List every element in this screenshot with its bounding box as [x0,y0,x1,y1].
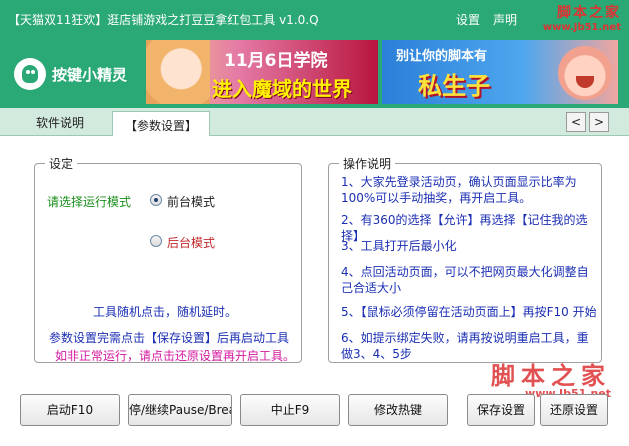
tab-parameter-settings-label: 【参数设置】 [125,119,198,133]
app-name: 按键小精灵 [52,66,128,84]
app-logo-icon [14,58,46,90]
tab-software-info[interactable]: 软件说明 [36,114,84,131]
background-mode-label[interactable]: 后台模式 [167,234,215,251]
header-area: 【天猫双11狂欢】逛店铺游戏之打豆豆拿红包工具 v1.0.Q 设置 声明 脚本之… [0,0,629,108]
foreground-mode-radio[interactable] [150,194,162,206]
banner-baby-image [558,46,612,100]
banner-ad-right[interactable]: 别让你的脚本有 私生子 [382,40,618,104]
settings-link[interactable]: 设置 [456,11,480,28]
banner-character-image [146,40,210,104]
title-bar: 【天猫双11狂欢】逛店铺游戏之打豆豆拿红包工具 v1.0.Q 设置 声明 脚本之… [0,0,629,36]
tab-parameter-settings[interactable]: 【参数设置】 [112,111,210,137]
banner-ad-left[interactable]: 11月6日学院 进入魔域的世界 [146,40,378,104]
settings-group: 设定 请选择运行模式 前台模式 后台模式 工具随机点击，随机延时。 参数设置完需… [34,155,302,363]
save-settings-button[interactable]: 保存设置 [467,394,535,426]
main-panel: 设定 请选择运行模式 前台模式 后台模式 工具随机点击，随机延时。 参数设置完需… [0,136,629,446]
pause-resume-button[interactable]: 停/继续Pause/Brea [128,394,232,426]
run-mode-label: 请选择运行模式 [47,195,132,209]
settings-group-legend: 设定 [45,155,78,172]
watermark-bottom-name: 脚本之家 [491,361,611,390]
start-button[interactable]: 启动F10 [20,394,120,426]
instruction-step: 3、工具打开后最小化 [341,239,457,253]
instructions-group: 操作说明 1、大家先登录活动页，确认页面显示比率为100%可以手动抽奖，再开启工… [328,155,602,363]
banner-left-line1: 11月6日学院 [224,51,328,71]
instruction-step: 5、【鼠标必须停留在活动页面上】再按F10 开始 [341,305,597,319]
foreground-mode-label[interactable]: 前台模式 [167,193,215,210]
random-click-note: 工具随机点击，随机延时。 [93,305,238,319]
banner-right-line1: 别让你的脚本有 [396,49,488,64]
tab-prev-button[interactable]: < [566,112,586,132]
instruction-step: 4、点回活动页面，可以不把网页最大化调整自己合适大小 [341,265,589,295]
modify-hotkey-button[interactable]: 修改热键 [348,394,448,426]
restore-settings-note: 如非正常运行，请点击还原设置再开启工具。 [55,349,296,363]
restore-settings-button[interactable]: 还原设置 [540,394,608,426]
watermark-name: 脚本之家 [557,5,621,21]
instruction-step: 1、大家先登录活动页，确认页面显示比率为100%可以手动抽奖，再开启工具。 [341,175,577,205]
banner-right-line2: 私生子 [418,72,490,100]
instructions-group-legend: 操作说明 [339,155,396,172]
stop-button[interactable]: 中止F9 [240,394,340,426]
watermark-url: www.Jb51.net [542,22,621,33]
banner-left-line2: 进入魔域的世界 [212,77,352,101]
tab-bar: 软件说明 【参数设置】 [0,108,629,137]
statement-link[interactable]: 声明 [493,11,517,28]
window-title: 【天猫双11狂欢】逛店铺游戏之打豆豆拿红包工具 v1.0.Q [8,13,319,27]
save-settings-note: 参数设置完需点击【保存设置】后再启动工具 [49,331,290,345]
watermark-top: 脚本之家 www.Jb51.net [543,2,621,33]
background-mode-radio[interactable] [150,235,162,247]
tab-next-button[interactable]: > [589,112,609,132]
